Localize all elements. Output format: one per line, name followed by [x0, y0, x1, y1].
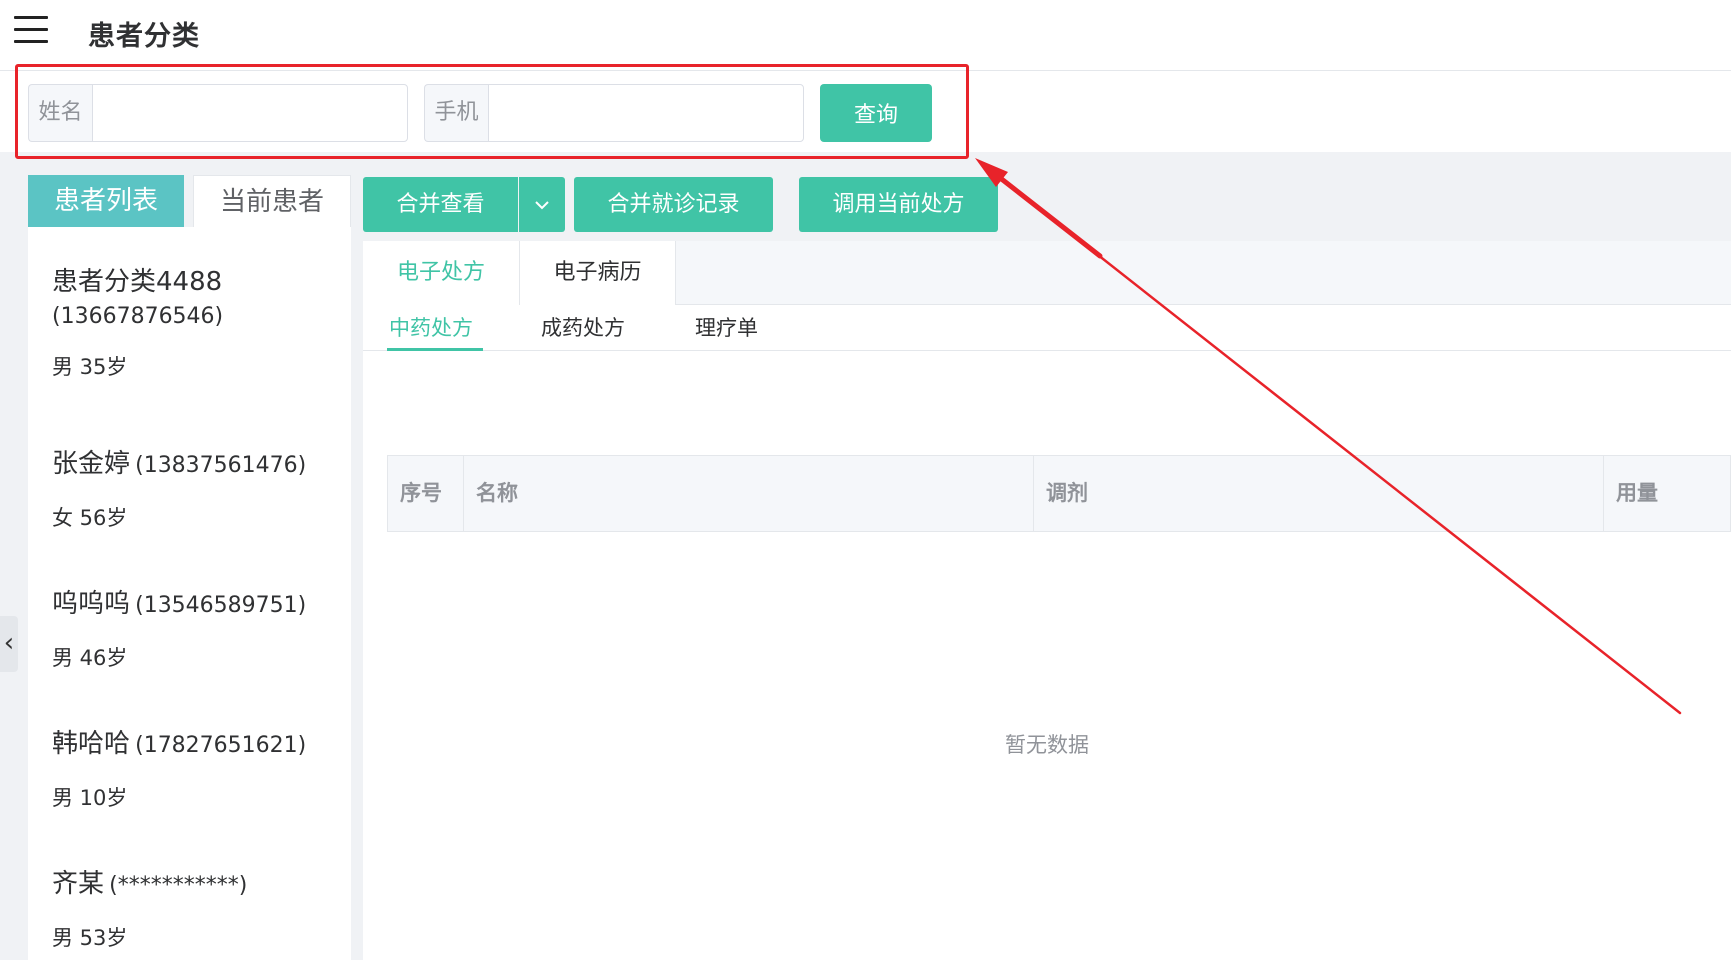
patient-name: 张金婷	[52, 449, 131, 479]
top-header: 患者分类	[0, 0, 1731, 71]
patient-info: 女 56岁	[52, 506, 128, 530]
patient-info: 男 35岁	[52, 355, 128, 379]
name-input[interactable]	[92, 84, 408, 142]
page-title: 患者分类	[88, 21, 200, 52]
patient-item[interactable]: 韩哈哈 (17827651621) 男 10岁	[28, 723, 351, 812]
patient-phone: (***********)	[109, 873, 248, 898]
tab-current-patient[interactable]: 当前患者	[193, 175, 351, 227]
chevron-down-icon[interactable]	[519, 177, 565, 232]
tab-medical-record[interactable]: 电子病历	[520, 241, 676, 305]
patient-info: 男 53岁	[52, 926, 128, 950]
patient-tabs: 患者列表 当前患者	[28, 175, 351, 227]
table-header: 序号 名称 调剂 用量	[387, 455, 1731, 532]
patient-phone: (17827651621)	[135, 733, 307, 758]
tab-patent-prescription[interactable]: 成药处方	[541, 305, 625, 351]
phone-label: 手机	[424, 84, 488, 142]
patient-phone: (13546589751)	[135, 593, 307, 618]
tab-prescription[interactable]: 电子处方	[363, 241, 520, 305]
name-label: 姓名	[28, 84, 92, 142]
column-header-index: 序号	[388, 456, 464, 531]
hamburger-menu-icon[interactable]	[14, 16, 48, 44]
column-header-preparation: 调剂	[1034, 456, 1604, 531]
empty-state-text: 暂无数据	[1005, 733, 1089, 757]
patient-item[interactable]: 齐某 (***********) 男 53岁	[28, 863, 351, 952]
patient-name: 呜呜呜	[52, 589, 131, 619]
search-bar: 姓名 手机 查询	[0, 72, 1731, 152]
patient-info: 男 10岁	[52, 786, 128, 810]
query-button[interactable]: 查询	[820, 84, 932, 142]
record-tabs: 电子处方 电子病历	[363, 241, 1731, 305]
chevron-left-icon[interactable]: ‹	[0, 616, 18, 672]
patient-phone: (13667876546)	[52, 304, 224, 329]
patient-phone: (13837561476)	[135, 453, 307, 478]
patient-name: 齐某	[52, 869, 105, 899]
phone-input[interactable]	[488, 84, 804, 142]
prescription-tabs: 中药处方 成药处方 理疗单	[363, 305, 1731, 351]
record-panel: 电子处方 电子病历 中药处方 成药处方 理疗单 序号 名称 调剂 用量 暂无数据	[363, 241, 1731, 960]
column-header-dosage: 用量	[1616, 481, 1658, 505]
apply-prescription-button[interactable]: 调用当前处方	[799, 177, 998, 232]
patient-item[interactable]: 呜呜呜 (13546589751) 男 46岁	[28, 583, 351, 672]
merge-view-button[interactable]: 合并查看	[363, 177, 518, 232]
merge-records-button[interactable]: 合并就诊记录	[574, 177, 773, 232]
tab-therapy-sheet[interactable]: 理疗单	[695, 305, 758, 351]
active-tab-underline	[387, 348, 483, 351]
tab-herbal-prescription[interactable]: 中药处方	[389, 305, 473, 351]
app-root: 患者分类 姓名 手机 查询 患者列表 当前患者 患者分类4488 (136678…	[0, 0, 1731, 960]
patient-item[interactable]: 患者分类4488 (13667876546) 男 35岁	[28, 261, 351, 381]
patient-item[interactable]: 张金婷 (13837561476) 女 56岁	[28, 443, 351, 532]
patient-name: 韩哈哈	[52, 729, 131, 759]
tab-patient-list[interactable]: 患者列表	[28, 175, 184, 227]
patient-info: 男 46岁	[52, 646, 128, 670]
column-header-name: 名称	[464, 456, 1034, 531]
patient-name: 患者分类4488	[52, 267, 223, 297]
patient-list: 患者分类4488 (13667876546) 男 35岁 张金婷 (138375…	[28, 227, 351, 960]
